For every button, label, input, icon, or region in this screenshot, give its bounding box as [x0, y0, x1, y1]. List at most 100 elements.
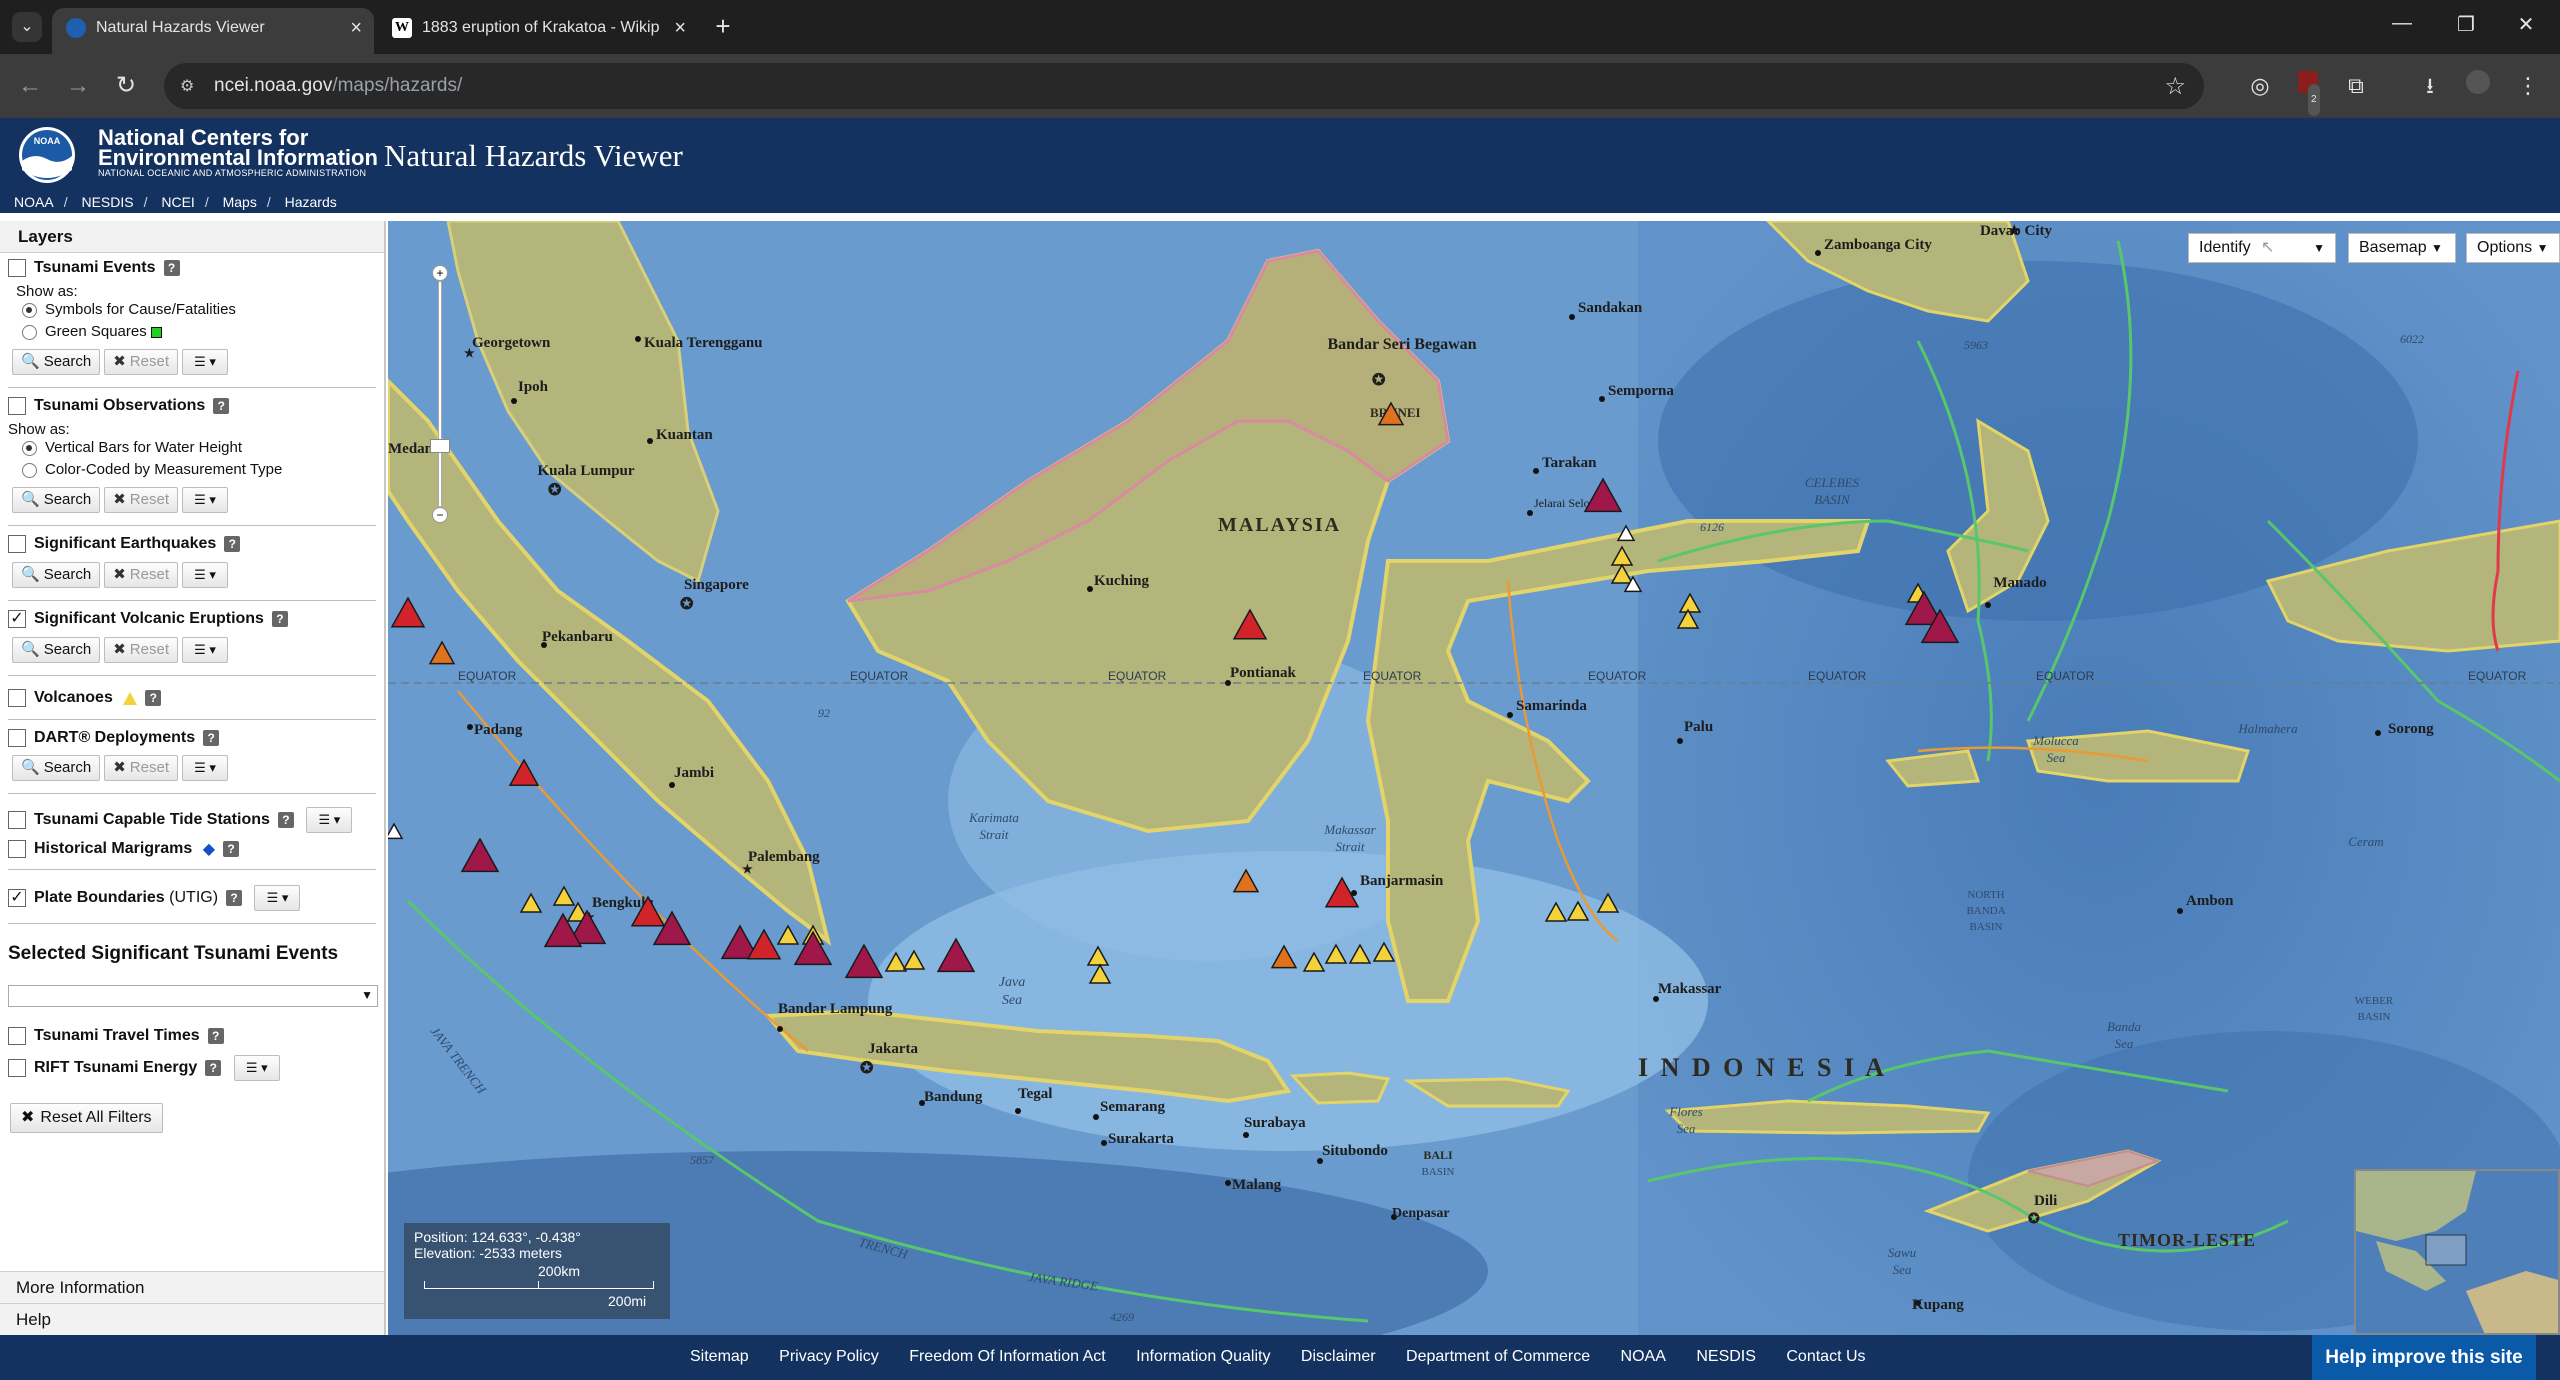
reset-button[interactable]: ✖ Reset: [104, 755, 178, 781]
scrollbar[interactable]: [2536, 1335, 2560, 1380]
url-text[interactable]: ncei.noaa.gov/maps/hazards/: [214, 75, 462, 97]
close-tab-icon[interactable]: ×: [674, 8, 686, 48]
help-icon[interactable]: ?: [203, 730, 220, 746]
tsunami-events-checkbox[interactable]: [8, 259, 26, 277]
help-accordion[interactable]: Help: [0, 1303, 384, 1335]
address-bar[interactable]: ⚙ ncei.noaa.gov/maps/hazards/ ☆: [164, 63, 2204, 109]
legend-dropdown[interactable]: ☰ ▾: [254, 885, 301, 911]
new-tab-button[interactable]: +: [708, 12, 738, 42]
footer-link-noaa[interactable]: NOAA: [1621, 1348, 1666, 1365]
footer-link-commerce[interactable]: Department of Commerce: [1406, 1348, 1590, 1365]
earthquakes-checkbox[interactable]: [8, 535, 26, 553]
search-button[interactable]: 🔍 Search: [12, 562, 101, 588]
legend-dropdown[interactable]: ☰ ▾: [306, 807, 353, 833]
volcanoes-checkbox[interactable]: [8, 689, 26, 707]
radio-symbols-cause[interactable]: Symbols for Cause/Fatalities: [22, 301, 236, 318]
plate-boundaries-checkbox[interactable]: ✓: [8, 889, 26, 907]
footer-link-foia[interactable]: Freedom Of Information Act: [909, 1348, 1106, 1365]
legend-dropdown[interactable]: ☰ ▾: [181, 349, 228, 375]
legend-dropdown[interactable]: ☰ ▾: [181, 755, 228, 781]
help-icon[interactable]: ?: [207, 1028, 224, 1044]
breadcrumb-maps[interactable]: Maps: [223, 194, 257, 210]
help-icon[interactable]: ?: [226, 890, 243, 906]
selected-events-select[interactable]: ▼: [8, 985, 378, 1007]
help-icon[interactable]: ?: [163, 260, 180, 276]
map-view[interactable]: EQUATOR EQUATOR EQUATOR EQUATOR EQUATOR …: [388, 221, 2560, 1335]
restore-icon[interactable]: ❐: [2446, 12, 2486, 37]
reset-button[interactable]: ✖ Reset: [104, 637, 178, 663]
search-button[interactable]: 🔍 Search: [12, 487, 101, 513]
legend-dropdown[interactable]: ☰ ▾: [181, 487, 228, 513]
footer-link-contact[interactable]: Contact Us: [1786, 1348, 1865, 1365]
breadcrumb-noaa[interactable]: NOAA: [14, 194, 54, 210]
close-tab-icon[interactable]: ×: [350, 8, 362, 48]
tide-stations-checkbox[interactable]: [8, 811, 26, 829]
help-improve-button[interactable]: Help improve this site: [2312, 1335, 2536, 1380]
radio-vertical-bars[interactable]: Vertical Bars for Water Height: [22, 439, 242, 456]
bookmark-star-icon[interactable]: ☆: [2164, 72, 2186, 101]
download-icon[interactable]: ⭳: [2414, 70, 2446, 102]
extension-ublock-icon[interactable]: 2: [2292, 70, 2324, 116]
overview-map[interactable]: [2354, 1169, 2560, 1335]
tsunami-observations-checkbox[interactable]: [8, 397, 26, 415]
reset-button[interactable]: ✖ Reset: [104, 562, 178, 588]
help-icon[interactable]: ?: [213, 398, 230, 414]
help-icon[interactable]: ?: [205, 1060, 222, 1076]
reload-icon[interactable]: ↻: [110, 70, 142, 102]
forward-icon[interactable]: →: [62, 70, 94, 102]
footer-link-info-quality[interactable]: Information Quality: [1136, 1348, 1270, 1365]
footer-link-privacy[interactable]: Privacy Policy: [779, 1348, 879, 1365]
help-icon[interactable]: ?: [271, 611, 288, 627]
search-button[interactable]: 🔍 Search: [12, 637, 101, 663]
ncei-title[interactable]: National Centers for Environmental Infor…: [98, 127, 378, 169]
rift-checkbox[interactable]: [8, 1059, 26, 1077]
help-icon[interactable]: ?: [224, 536, 241, 552]
breadcrumb-nesdis[interactable]: NESDIS: [81, 194, 133, 210]
back-icon[interactable]: ←: [14, 70, 46, 102]
profile-avatar[interactable]: [2462, 70, 2494, 102]
noaa-logo[interactable]: NOAA: [12, 126, 82, 184]
extension-glasses-icon[interactable]: ◎: [2244, 70, 2276, 102]
browser-menu-icon[interactable]: ⋮: [2512, 70, 2544, 102]
help-icon[interactable]: ?: [145, 690, 162, 706]
zoom-track[interactable]: [438, 281, 442, 507]
legend-dropdown[interactable]: ☰ ▾: [233, 1055, 280, 1081]
search-button[interactable]: 🔍 Search: [12, 755, 101, 781]
map-canvas[interactable]: EQUATOR EQUATOR EQUATOR EQUATOR EQUATOR …: [388, 221, 2560, 1335]
zoom-in-button[interactable]: +: [432, 265, 448, 281]
reset-button[interactable]: ✖ Reset: [104, 349, 178, 375]
footer-link-sitemap[interactable]: Sitemap: [690, 1348, 749, 1365]
basemap-menu[interactable]: Basemap ▼: [2348, 233, 2456, 263]
tab-search-button[interactable]: ⌄: [12, 12, 42, 42]
tab-krakatoa[interactable]: W 1883 eruption of Krakatoa - Wikip ×: [378, 8, 698, 54]
zoom-slider[interactable]: + −: [430, 265, 450, 525]
reset-button[interactable]: ✖ Reset: [104, 487, 178, 513]
footer-link-nesdis[interactable]: NESDIS: [1696, 1348, 1756, 1365]
legend-dropdown[interactable]: ☰ ▾: [181, 637, 228, 663]
radio-green-squares[interactable]: Green Squares: [22, 323, 162, 340]
breadcrumb-hazards[interactable]: Hazards: [285, 194, 337, 210]
zoom-handle[interactable]: [430, 439, 450, 453]
dart-checkbox[interactable]: [8, 729, 26, 747]
radio-color-coded[interactable]: Color-Coded by Measurement Type: [22, 461, 282, 478]
reset-all-filters-button[interactable]: ✖ Reset All Filters: [10, 1103, 163, 1133]
zoom-out-button[interactable]: −: [432, 507, 448, 523]
options-menu[interactable]: Options ▼: [2466, 233, 2560, 263]
help-icon[interactable]: ?: [277, 812, 294, 828]
marigrams-checkbox[interactable]: [8, 840, 26, 858]
minimize-icon[interactable]: —: [2382, 12, 2422, 35]
help-icon[interactable]: ?: [223, 841, 240, 857]
close-window-icon[interactable]: ✕: [2506, 12, 2546, 37]
site-info-icon[interactable]: ⚙: [180, 76, 200, 96]
svg-text:Singapore: Singapore: [684, 577, 749, 593]
breadcrumb-ncei[interactable]: NCEI: [161, 194, 194, 210]
extensions-puzzle-icon[interactable]: ⧉: [2340, 70, 2372, 102]
tab-natural-hazards[interactable]: Natural Hazards Viewer ×: [52, 8, 374, 54]
volcanic-eruptions-checkbox[interactable]: ✓: [8, 610, 26, 628]
identify-menu[interactable]: Identify ↖ ▼: [2188, 233, 2336, 263]
more-information-accordion[interactable]: More Information: [0, 1271, 384, 1303]
search-button[interactable]: 🔍 Search: [12, 349, 101, 375]
footer-link-disclaimer[interactable]: Disclaimer: [1301, 1348, 1376, 1365]
legend-dropdown[interactable]: ☰ ▾: [181, 562, 228, 588]
travel-times-checkbox[interactable]: [8, 1027, 26, 1045]
